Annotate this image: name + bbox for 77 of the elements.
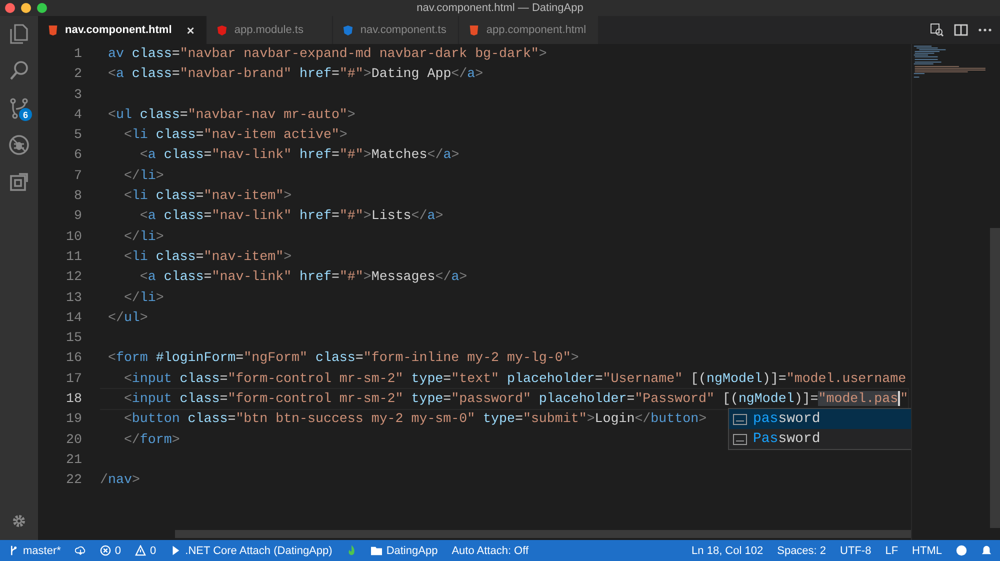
line-number: 5: [73, 126, 83, 144]
code-line: </form>: [122, 430, 180, 449]
line-number: 18: [65, 390, 83, 408]
folder-icon: [371, 545, 382, 556]
window-title: nav.component.html — DatingApp: [416, 2, 584, 14]
editor-tab[interactable]: app.module.ts: [207, 16, 334, 44]
error-icon: [100, 545, 111, 556]
code-line: </li>: [122, 166, 164, 185]
word-icon: [733, 414, 747, 424]
code-line: <input class="form-control mr-sm-2" type="text" placeholder="Username" [(ngModel)]="model.username: [122, 370, 906, 388]
line-number: 16: [65, 349, 83, 368]
status-item[interactable]: .NET Core Attach (DatingApp): [170, 544, 332, 556]
line-number: 12: [65, 268, 83, 286]
cloud-icon[interactable]: [74, 545, 86, 556]
line-number: 13: [65, 288, 83, 307]
code-line: <li class="nav-item">: [122, 187, 292, 206]
code-line: <input class="form-control mr-sm-2" type="password" placeholder="Password" [(ngModel)]="model.pas": [100, 389, 908, 410]
suggestion-item[interactable]: Password: [729, 429, 911, 449]
code-line: av class="navbar navbar-expand-md navbar-dark bg-dark">: [106, 45, 547, 63]
settings-icon[interactable]: [10, 512, 28, 530]
code-line: <a class="nav-link" href="#">Lists</a>: [138, 207, 444, 226]
line-number: 19: [65, 410, 83, 428]
line-number: 10: [65, 228, 83, 246]
extensions-icon[interactable]: [7, 170, 31, 194]
status-item[interactable]: 0: [100, 544, 122, 556]
line-number: 22: [65, 471, 83, 490]
code-line: <a class="nav-link" href="#">Matches</a>: [138, 146, 460, 164]
editor-tab[interactable]: app.component.html: [459, 16, 600, 44]
status-item[interactable]: HTML: [912, 544, 942, 556]
line-number: 7: [73, 166, 83, 185]
code-line: <a class="nav-link" href="#">Messages</a>: [138, 268, 468, 286]
line-number: 3: [73, 86, 83, 104]
debug-icon[interactable]: [7, 133, 31, 157]
line-number: 1: [73, 45, 83, 63]
line-number: 20: [65, 430, 83, 449]
editor-tab[interactable]: nav.component.html ×: [38, 16, 208, 44]
status-item[interactable]: LF: [885, 544, 898, 556]
code-line: <li class="nav-item">: [122, 248, 292, 266]
line-number: 15: [65, 329, 83, 348]
line-number: 9: [73, 207, 83, 226]
code-line: <ul class="navbar-nav mr-auto">: [106, 106, 356, 124]
code-line: <li class="nav-item active">: [122, 126, 348, 144]
status-item[interactable]: DatingApp: [371, 544, 438, 556]
line-number: 11: [65, 248, 83, 266]
status-item[interactable]: 0: [135, 544, 156, 556]
horizontal-scrollbar[interactable]: [175, 530, 911, 538]
code-line: <a class="navbar-brand" href="#">Dating App</a>: [106, 65, 484, 84]
line-number: 21: [65, 450, 83, 469]
line-number: 2: [73, 65, 83, 84]
code-line: </li>: [122, 288, 164, 307]
code-line: <form #loginForm="ngForm" class="form-inline my-2 my-lg-0">: [106, 349, 579, 368]
line-number: 6: [73, 146, 83, 164]
editor-tab[interactable]: nav.component.ts: [333, 16, 460, 44]
warning-icon: [135, 545, 146, 556]
split-editor-icon[interactable]: [954, 23, 968, 37]
code-line: </li>: [122, 228, 164, 246]
line-number: 17: [65, 370, 83, 388]
word-icon: [733, 434, 747, 444]
vertical-scrollbar[interactable]: [990, 228, 1000, 528]
line-number: 4: [73, 106, 83, 124]
status-item[interactable]: master*: [8, 544, 61, 556]
status-item[interactable]: Spaces: 2: [777, 544, 826, 556]
bell-icon[interactable]: [981, 545, 992, 556]
files-icon[interactable]: [7, 22, 31, 46]
count-badge: 6: [19, 108, 32, 121]
code-line: /nav>: [100, 471, 140, 490]
status-item[interactable]: UTF-8: [840, 544, 872, 556]
branch-icon: [8, 545, 19, 556]
code-line: </ul>: [106, 308, 148, 327]
compare-icon[interactable]: [930, 23, 944, 37]
play-icon[interactable]: [170, 545, 182, 556]
status-item[interactable]: Ln 18, Col 102: [692, 544, 764, 556]
status-item[interactable]: Auto Attach: Off: [452, 544, 529, 556]
suggestion-item[interactable]: password: [729, 409, 911, 429]
line-number: 14: [65, 308, 83, 327]
code-line: <button class="btn btn-success my-2 my-sm-0" type="submit">Login</button>: [122, 410, 707, 428]
line-number: 8: [73, 187, 83, 206]
